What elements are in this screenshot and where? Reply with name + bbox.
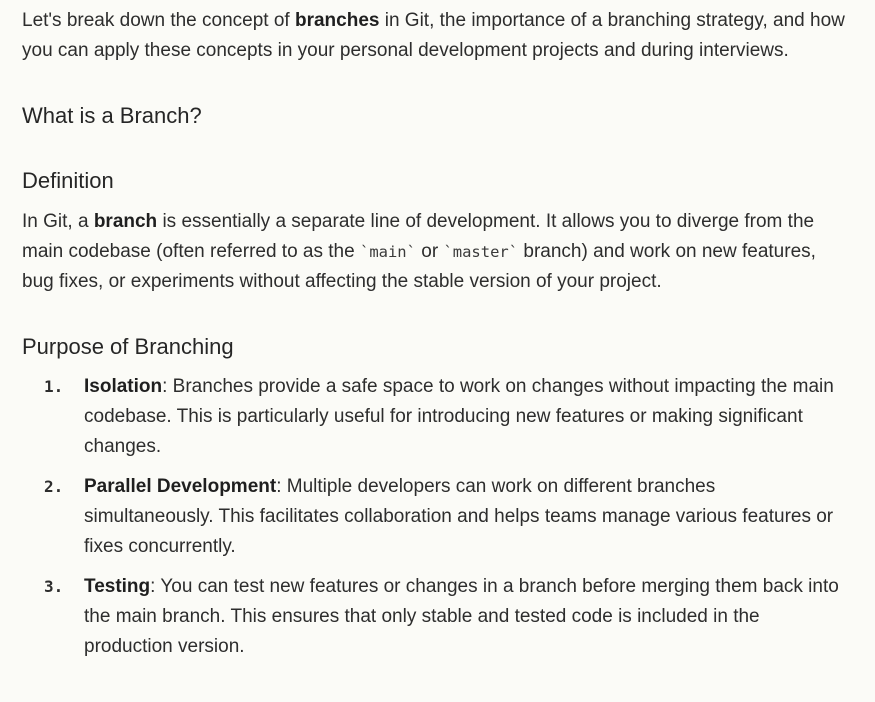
list-item-number: 1. <box>44 377 64 396</box>
list-item-term: Parallel Development <box>84 476 277 497</box>
list-item: 2. Parallel Development: Multiple develop… <box>22 472 845 562</box>
list-item-number: 2. <box>44 477 64 496</box>
intro-text-before: Let's break down the concept of <box>22 10 295 31</box>
heading-definition: Definition <box>22 168 114 193</box>
list-item-number: 3. <box>44 577 64 596</box>
code-master: `master` <box>443 243 519 261</box>
document-body: Let's break down the concept of branches… <box>0 0 845 662</box>
definition-text-before: In Git, a <box>22 211 94 232</box>
definition-paragraph: In Git, a branch is essentially a separa… <box>22 207 845 297</box>
purpose-list: 1. Isolation: Branches provide a safe spa… <box>22 372 845 662</box>
list-item: 1. Isolation: Branches provide a safe spa… <box>22 372 845 462</box>
definition-text-mid2: or <box>415 241 444 262</box>
code-main: `main` <box>359 243 416 261</box>
heading-what-is-branch: What is a Branch? <box>22 103 202 128</box>
list-item-text: : Branches provide a safe space to work … <box>84 376 834 457</box>
intro-paragraph: Let's break down the concept of branches… <box>22 6 845 66</box>
definition-bold-term: branch <box>93 211 158 232</box>
list-item-term: Testing <box>84 576 151 597</box>
list-item: 3. Testing: You can test new features or … <box>22 572 845 662</box>
list-item-term: Isolation <box>84 376 163 397</box>
intro-bold-term: branches <box>294 10 380 31</box>
list-item-text: : You can test new features or changes i… <box>84 576 839 657</box>
heading-purpose-of-branching: Purpose of Branching <box>22 334 234 359</box>
